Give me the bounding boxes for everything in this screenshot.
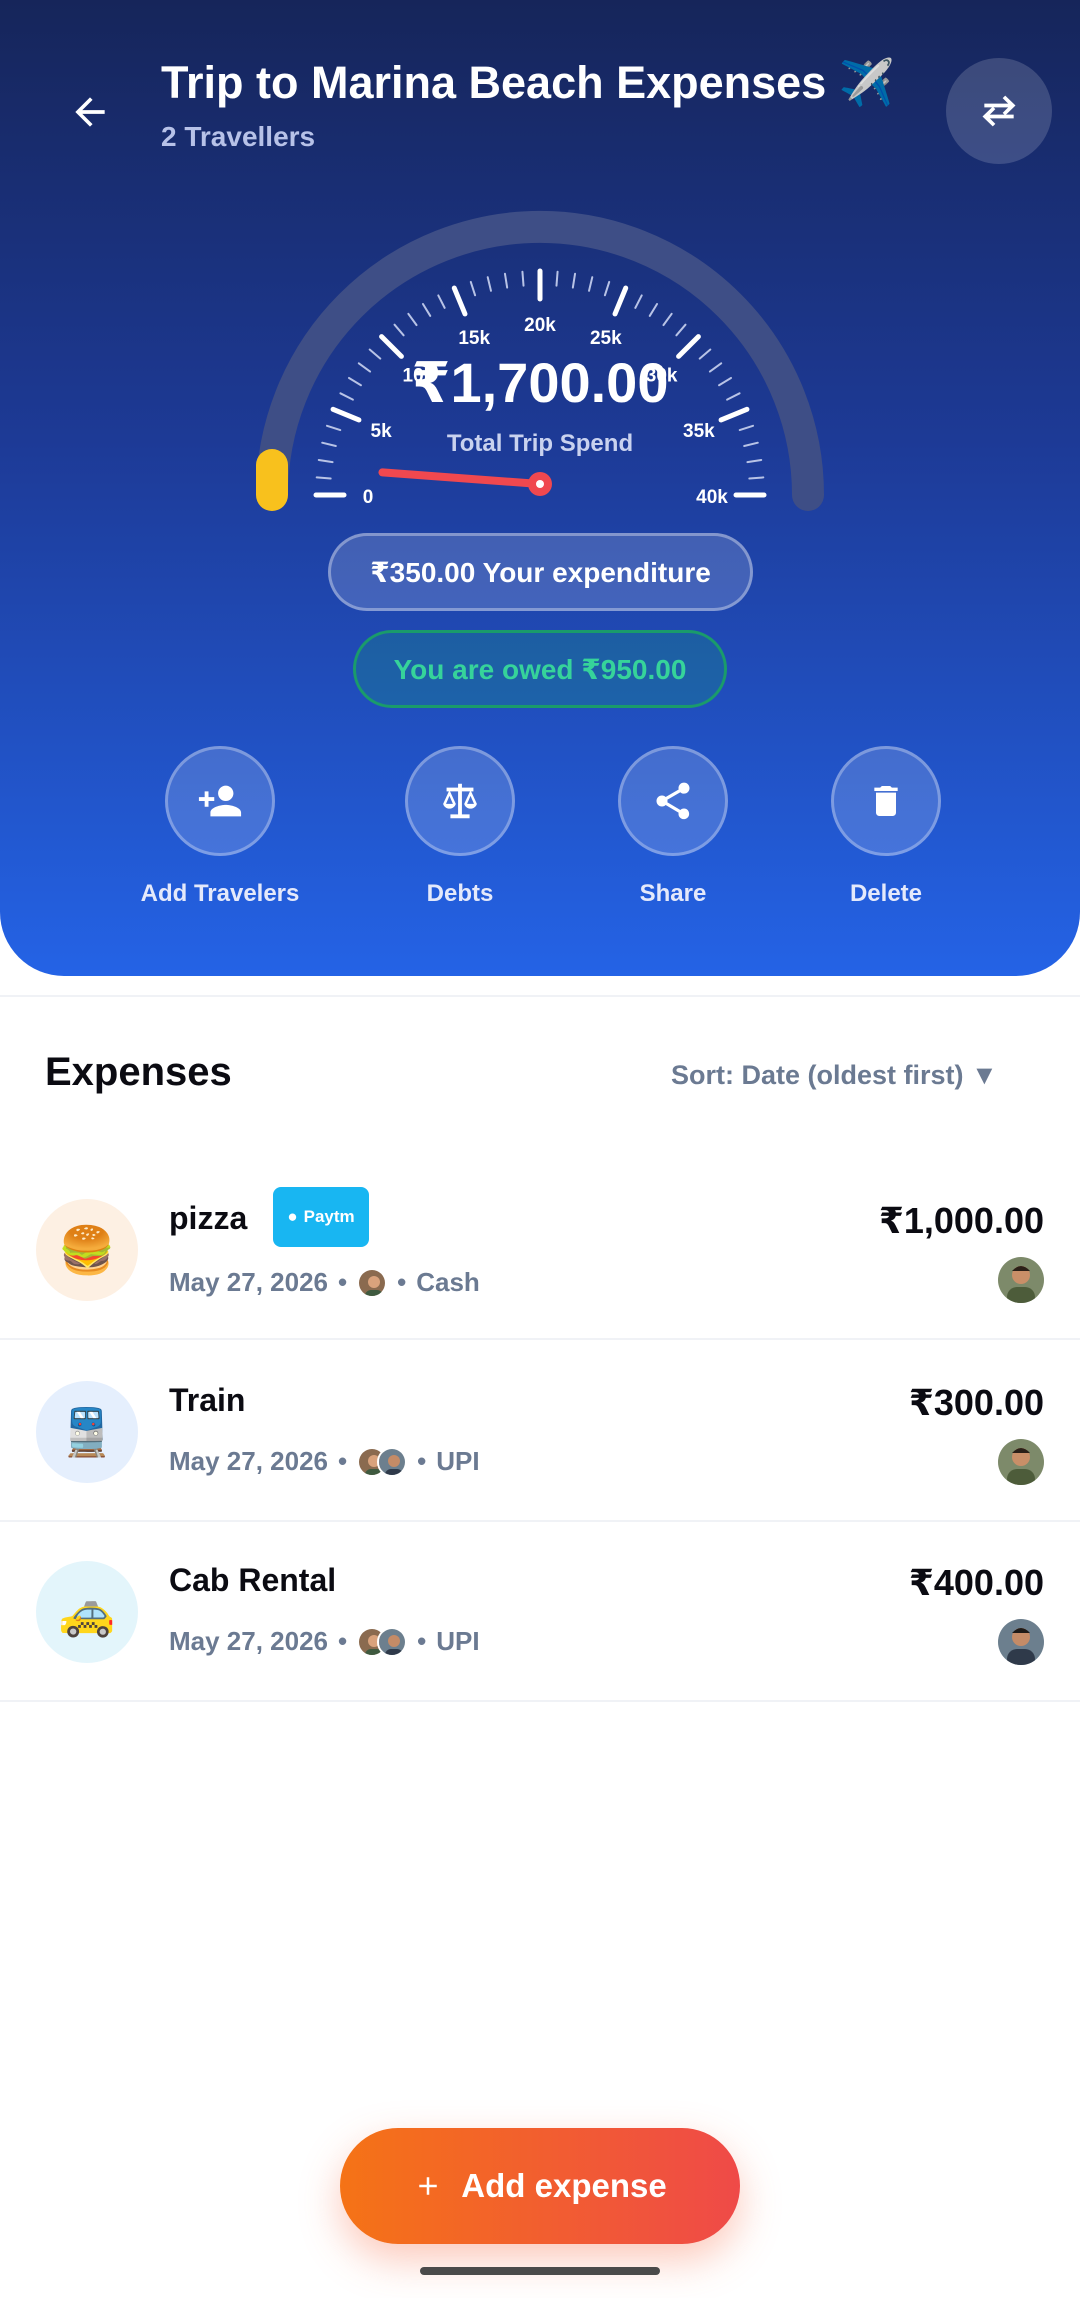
gauge-tick-label: 20k [524,315,556,336]
expense-category-icon: 🍔 [36,1199,138,1301]
payment-method: UPI [436,1626,480,1656]
trash-icon [874,786,898,816]
gauge-tick [675,323,687,337]
plus-icon [419,2177,438,2195]
spend-gauge: 05k10k15k20k25k30k35k40k [256,211,824,511]
share-circle[interactable] [618,746,728,856]
gauge-tick [746,458,763,464]
train-icon: 🚆 [58,1405,116,1458]
avatar [377,1446,408,1477]
gauge-tick [571,272,577,289]
delete-label: Delete [849,880,923,907]
expense-name: Cab Rental [169,1562,337,1598]
add-person-icon [198,785,242,817]
share-button[interactable]: Share [563,746,783,908]
expense-row-train[interactable]: 🚆 Train May 27, 2026 • • UPI ₹300.00 [0,1342,1080,1522]
total-spend-amount: ₹1,700.00 [411,351,669,414]
home-indicator[interactable] [420,2267,660,2275]
gauge-tick [521,270,525,287]
gauge-tick [588,276,594,292]
action-bar: Add Travelers Debts Share Delete [0,746,1080,916]
expense-meta: May 27, 2026 • • Cash [169,1267,480,1298]
expense-name: pizza [169,1200,248,1236]
payment-method: Cash [416,1267,480,1297]
share-label: Share [639,880,707,907]
trip-header: Trip to Marina Beach Expenses ✈️ 2 Trave… [0,0,1080,976]
separator-dot: • [397,1267,407,1297]
gauge-tick [451,285,468,317]
gauge-tick [486,276,492,292]
expense-category-icon: 🚆 [36,1381,138,1483]
expense-category-icon: 🚕 [36,1561,138,1663]
gauge-tick [315,476,332,480]
gauge-tick [634,294,643,309]
expense-amount: ₹1,000.00 [878,1200,1044,1241]
add-expense-label: Add expense [461,2167,667,2204]
separator-dot: • [338,1267,348,1297]
debts-button[interactable]: Debts [350,746,570,908]
gauge-tick [317,458,334,464]
gauge-tick [648,303,659,317]
your-expenditure-pill: ₹350.00 Your expenditure [328,533,753,611]
expense-meta: May 27, 2026 • • UPI [169,1626,480,1657]
add-travelers-label: Add Travelers [140,880,300,907]
expense-date: May 27, 2026 [169,1446,329,1476]
payer-avatar [998,1257,1044,1303]
expense-row-cab-rental[interactable]: 🚕 Cab Rental May 27, 2026 • • UPI ₹400.0… [0,1522,1080,1702]
gauge-tick-label: 15k [458,328,490,349]
add-travelers-button[interactable]: Add Travelers [110,746,330,908]
expenses-heading: Expenses [45,1050,232,1094]
total-spend-label: Total Trip Spend [446,430,634,457]
scale-icon [443,783,477,819]
separator-dot: • [338,1626,348,1656]
share-icon [656,782,690,820]
debts-circle[interactable] [405,746,515,856]
badge-dot-icon: ● [287,1207,298,1226]
gauge-tick [662,312,673,327]
gauge-needle-hub-dot [536,480,544,488]
gauge-tick [555,270,559,287]
expense-meta: May 27, 2026 • • UPI [169,1446,480,1477]
gauge-tick [393,323,405,337]
gauge-tick [748,476,765,480]
avatar [377,1626,408,1657]
gauge-tick-label: 40k [696,487,728,508]
gauge-tick-label: 0 [363,487,374,508]
expense-row-pizza[interactable]: 🍔 pizza May 27, 2026 • • Cash ₹1,000.00 [0,1160,1080,1340]
separator-dot: • [417,1446,427,1476]
sort-dropdown[interactable]: Sort: Date (oldest first) ▼ [671,1060,998,1091]
divider [0,995,1080,997]
payer-avatar [998,1439,1044,1485]
gauge-tick [437,294,446,309]
gauge-needle [378,468,544,488]
gauge-tick-label: 25k [590,328,622,349]
payer-avatar [998,1619,1044,1665]
taxi-icon: 🚕 [58,1585,116,1638]
delete-circle[interactable] [831,746,941,856]
add-expense-button[interactable]: Add expense [340,2128,740,2244]
payment-method: UPI [436,1446,480,1476]
expense-name: Train [169,1382,246,1418]
expense-date: May 27, 2026 [169,1267,329,1297]
debts-label: Debts [426,880,494,907]
expense-date: May 27, 2026 [169,1626,329,1656]
burger-icon: 🍔 [58,1223,116,1276]
avatar [357,1267,388,1298]
gauge-tick [407,312,418,327]
gauge-tick [612,285,629,317]
gauge-tick [503,272,509,289]
add-travelers-circle[interactable] [165,746,275,856]
expense-amount: ₹300.00 [908,1382,1044,1423]
gauge-tick [421,303,432,317]
gauge-tick [603,280,611,297]
owed-status-pill: You are owed ₹950.00 [353,630,727,708]
gauge-tick [469,280,477,297]
badge-label: Paytm [303,1207,355,1226]
paytm-badge: ● Paytm [273,1187,369,1247]
expense-amount: ₹400.00 [908,1562,1044,1603]
delete-button[interactable]: Delete [776,746,996,908]
separator-dot: • [338,1446,348,1476]
separator-dot: • [417,1626,427,1656]
